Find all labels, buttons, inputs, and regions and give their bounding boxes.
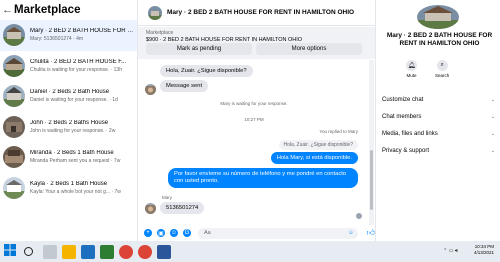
- listing-thumbnail: [148, 5, 162, 20]
- system-tray-icons[interactable]: ⌃ ▭ 🔊︎: [443, 248, 458, 254]
- conversation-title: Mary · 2 BED 2 BATH HOUSE FOR RENT IN HA…: [30, 28, 134, 35]
- read-receipt-avatar: [356, 213, 362, 219]
- reply-notice: You replied to Mary: [319, 129, 358, 134]
- sticker-icon[interactable]: ☺: [169, 229, 178, 237]
- more-options-button[interactable]: More options: [256, 43, 362, 55]
- listing-banner: Marketplace $900 · 2 BED 2 BATH HOUSE FO…: [138, 27, 375, 59]
- conversation-title: Kayla · 2 Beds 1 Bath House: [30, 180, 108, 187]
- plus-icon[interactable]: +: [144, 229, 152, 237]
- mark-as-pending-button[interactable]: Mark as pending: [146, 43, 252, 55]
- sender-avatar: [145, 203, 156, 214]
- listing-thumbnail: [3, 115, 25, 138]
- search-action[interactable]: ⌕ Search: [435, 60, 449, 78]
- chat-members-section[interactable]: Chat members ⌄: [382, 114, 495, 120]
- conversation-item-miranda[interactable]: Miranda · 2 Beds 1 Bath House Miranda Pe…: [0, 142, 137, 173]
- incoming-message: 5136501274: [160, 202, 205, 214]
- task-view-icon[interactable]: [43, 244, 57, 259]
- waiting-notice: Mary is waiting for your response.: [220, 101, 288, 106]
- gif-icon[interactable]: G: [182, 229, 191, 237]
- mute-label: Mute: [406, 73, 417, 78]
- info-title: Mary · 2 BED 2 BATH HOUSE FOR RENT IN HA…: [386, 32, 493, 47]
- customize-chat-section[interactable]: Customize chat ⌄: [382, 97, 495, 103]
- section-label: Media, files and links: [382, 131, 438, 137]
- scroll-thumb[interactable]: [370, 150, 373, 210]
- section-label: Customize chat: [382, 97, 424, 103]
- chat-panel: Mary · 2 BED 2 BATH HOUSE FOR RENT IN HA…: [138, 0, 375, 241]
- emoji-icon[interactable]: ☺: [348, 230, 354, 236]
- conversation-preview: Chulita is waiting for your response. · …: [30, 66, 122, 73]
- message-input[interactable]: Aa ☺: [197, 227, 358, 239]
- conversation-preview: Kayla: Your a whole bot your not g... · …: [30, 188, 121, 195]
- conversation-title: Daniel · 2 Beds 2 Bath House: [30, 89, 110, 96]
- chevron-down-icon: ⌄: [490, 97, 495, 103]
- back-arrow-icon[interactable]: ←: [2, 4, 14, 16]
- chat-scrollbar[interactable]: [369, 60, 374, 225]
- privacy-support-section[interactable]: Privacy & support ⌄: [382, 148, 495, 154]
- chevron-down-icon: ⌄: [490, 148, 495, 154]
- conversation-title: Miranda · 2 Beds 1 Bath House: [30, 150, 114, 157]
- conversation-item-mary[interactable]: Mary · 2 BED 2 BATH HOUSE FOR RENT IN HA…: [0, 20, 137, 51]
- taskbar-clock[interactable]: 10:34 PM 4/13/2021: [474, 244, 494, 256]
- chevron-down-icon: ⌄: [490, 131, 495, 137]
- conversation-info-panel: Mary · 2 BED 2 BATH HOUSE FOR RENT IN HA…: [375, 0, 500, 241]
- search-label: Search: [435, 73, 450, 78]
- section-label: Privacy & support: [382, 148, 430, 154]
- file-explorer-icon[interactable]: [62, 244, 76, 259]
- quoted-message: Hola, Zuair. ¿Sigue disponible?: [278, 140, 358, 150]
- chevron-down-icon: ⌄: [490, 114, 495, 120]
- clock-date: 4/13/2021: [473, 250, 494, 255]
- conversation-preview: Daniel is waiting for your response. · 1…: [30, 97, 118, 104]
- mute-action[interactable]: 🔔︎ Mute: [406, 60, 417, 78]
- conversation-preview: John is waiting for your response. · 2w: [30, 127, 116, 134]
- message-list: Hola, Zuair. ¿Sigue disponible? Message …: [138, 60, 370, 225]
- conversation-preview: Miranda Perham sent you a request · 7w: [30, 158, 121, 165]
- conversation-item-daniel[interactable]: Daniel · 2 Beds 2 Bath House Daniel is w…: [0, 81, 137, 112]
- conversation-item-john[interactable]: John · 2 Beds 2 Baths House John is wait…: [0, 112, 137, 143]
- thumbs-up-icon[interactable]: 👍︎: [367, 228, 375, 238]
- conversation-sidebar: ← Marketplace Mary · 2 BED 2 BATH HOUSE …: [0, 0, 138, 241]
- listing-thumbnail: [3, 24, 25, 47]
- sender-avatar: [145, 84, 156, 95]
- sender-name: Mary: [162, 195, 172, 200]
- search-icon[interactable]: [24, 247, 33, 256]
- chrome-icon[interactable]: [138, 244, 152, 259]
- windows-start-icon[interactable]: [4, 243, 16, 261]
- message-composer: + ▣ ☺ G Aa ☺ 👍︎: [138, 225, 375, 241]
- media-files-links-section[interactable]: Media, files and links ⌄: [382, 131, 495, 137]
- search-icon: ⌕: [436, 60, 448, 71]
- listing-thumbnail: [3, 54, 25, 77]
- conversation-preview: Mary: 5136501274 · 4m: [30, 36, 84, 43]
- conversation-title: Chulita · 2 BED 2 BATH HOUSE F...: [30, 58, 127, 65]
- sidebar-title: Marketplace: [14, 4, 81, 16]
- listing-thumbnail: [3, 176, 25, 199]
- windows-taskbar: ⌃ ▭ 🔊︎ 10:34 PM 4/13/2021: [0, 241, 500, 262]
- conversation-item-kayla[interactable]: Kayla · 2 Beds 1 Bath House Kayla: Your …: [0, 173, 137, 204]
- word-icon[interactable]: [157, 244, 171, 259]
- chat-title[interactable]: Mary · 2 BED 2 BATH HOUSE FOR RENT IN HA…: [167, 9, 354, 16]
- chrome-icon[interactable]: [119, 244, 133, 259]
- outgoing-message: Por favor envíeme su número de teléfono …: [168, 168, 358, 188]
- message-timestamp: 10:27 PM: [244, 117, 264, 122]
- edge-browser-icon[interactable]: [81, 244, 95, 259]
- incoming-message: Message sent: [160, 80, 209, 92]
- sidebar-header: ← Marketplace: [0, 0, 137, 20]
- conversation-item-chulita[interactable]: Chulita · 2 BED 2 BATH HOUSE F... Chulit…: [0, 51, 137, 82]
- excel-icon[interactable]: [100, 244, 114, 259]
- section-label: Chat members: [382, 114, 422, 120]
- chat-header: Mary · 2 BED 2 BATH HOUSE FOR RENT IN HA…: [138, 0, 375, 26]
- listing-image: [417, 5, 459, 29]
- listing-source: Marketplace: [146, 30, 174, 36]
- image-icon[interactable]: ▣: [156, 229, 165, 237]
- bell-icon: 🔔︎: [406, 60, 417, 71]
- conversation-title: John · 2 Beds 2 Baths House: [30, 119, 109, 126]
- incoming-message: Hola, Zuair. ¿Sigue disponible?: [160, 65, 253, 77]
- listing-thumbnail: [3, 146, 25, 169]
- message-input-placeholder: Aa: [203, 230, 211, 236]
- messenger-app: ← Marketplace Mary · 2 BED 2 BATH HOUSE …: [0, 0, 500, 241]
- outgoing-message: Hola Mary, si está disponible.: [270, 152, 358, 164]
- listing-thumbnail: [3, 85, 25, 108]
